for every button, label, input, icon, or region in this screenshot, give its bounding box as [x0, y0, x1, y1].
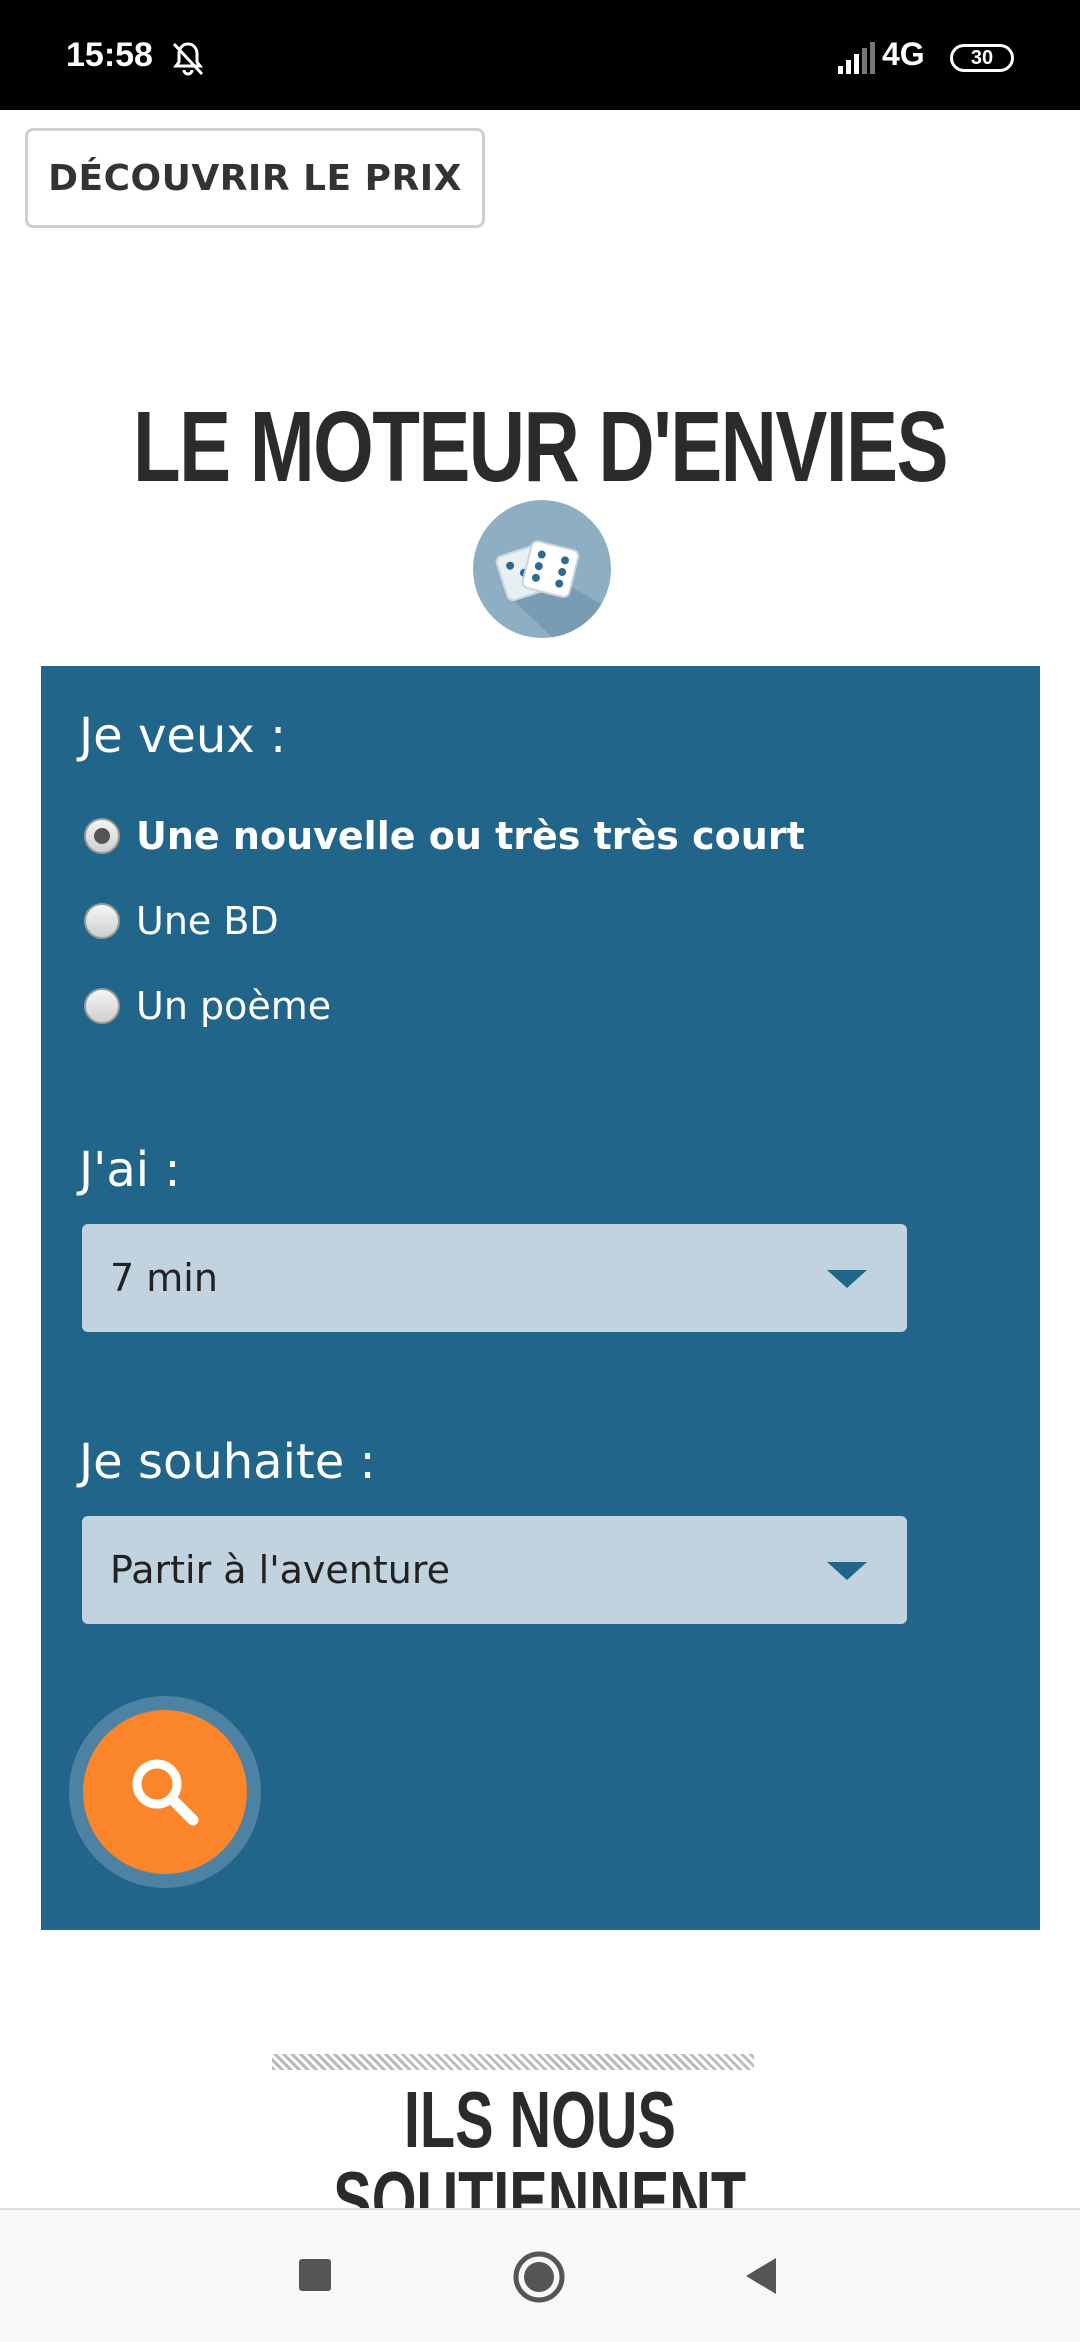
signal-icon — [838, 42, 875, 74]
wish-select[interactable]: Partir à l'aventure — [82, 1516, 907, 1624]
option-short-story[interactable]: Une nouvelle ou très très court — [84, 806, 805, 866]
option-label: Une nouvelle ou très très court — [136, 814, 805, 858]
discover-prize-button[interactable]: DÉCOUVRIR LE PRIX — [25, 128, 485, 228]
engine-title: LE MOTEUR D'ENVIES — [133, 391, 948, 503]
decorative-hatch-divider — [272, 2054, 754, 2070]
wish-label: Je souhaite : — [79, 1434, 376, 1490]
supporters-title-line1: ILS NOUS — [403, 2080, 677, 2164]
system-nav-bar — [0, 2208, 1080, 2342]
option-label: Une BD — [136, 899, 279, 943]
circle-home-icon[interactable] — [512, 2250, 566, 2304]
chevron-down-icon — [827, 1562, 867, 1580]
time-label: J'ai : — [79, 1142, 181, 1198]
desire-engine-form: Je veux : Une nouvelle ou très très cour… — [41, 666, 1040, 1930]
radio-checked[interactable] — [84, 818, 120, 854]
option-label: Un poème — [136, 984, 332, 1028]
radio-unchecked[interactable] — [84, 988, 120, 1024]
status-bar: 15:58 4G 30 — [0, 0, 1080, 110]
triangle-back-icon[interactable] — [742, 2256, 778, 2296]
dice-icon[interactable] — [473, 500, 611, 638]
supporters-title: ILS NOUS SOUTIENNENT — [0, 2080, 1080, 2208]
search-button-ring — [69, 1696, 261, 1888]
square-recent-icon[interactable] — [298, 2258, 332, 2292]
status-time: 15:58 — [66, 36, 153, 74]
chevron-down-icon — [827, 1270, 867, 1288]
battery-level: 30 — [970, 47, 994, 69]
time-select-value: 7 min — [110, 1256, 218, 1300]
option-poem[interactable]: Un poème — [84, 976, 331, 1036]
wish-select-value: Partir à l'aventure — [110, 1548, 451, 1592]
option-comic[interactable]: Une BD — [84, 891, 279, 951]
battery-icon: 30 — [950, 44, 1014, 72]
supporters-title-line2: SOUTIENNENT — [333, 2155, 747, 2209]
search-icon — [132, 1759, 199, 1826]
network-type: 4G — [882, 36, 925, 72]
search-button[interactable] — [83, 1710, 247, 1874]
radio-unchecked[interactable] — [84, 903, 120, 939]
want-label: Je veux : — [79, 708, 287, 764]
bell-muted-icon — [172, 42, 204, 76]
time-select[interactable]: 7 min — [82, 1224, 907, 1332]
